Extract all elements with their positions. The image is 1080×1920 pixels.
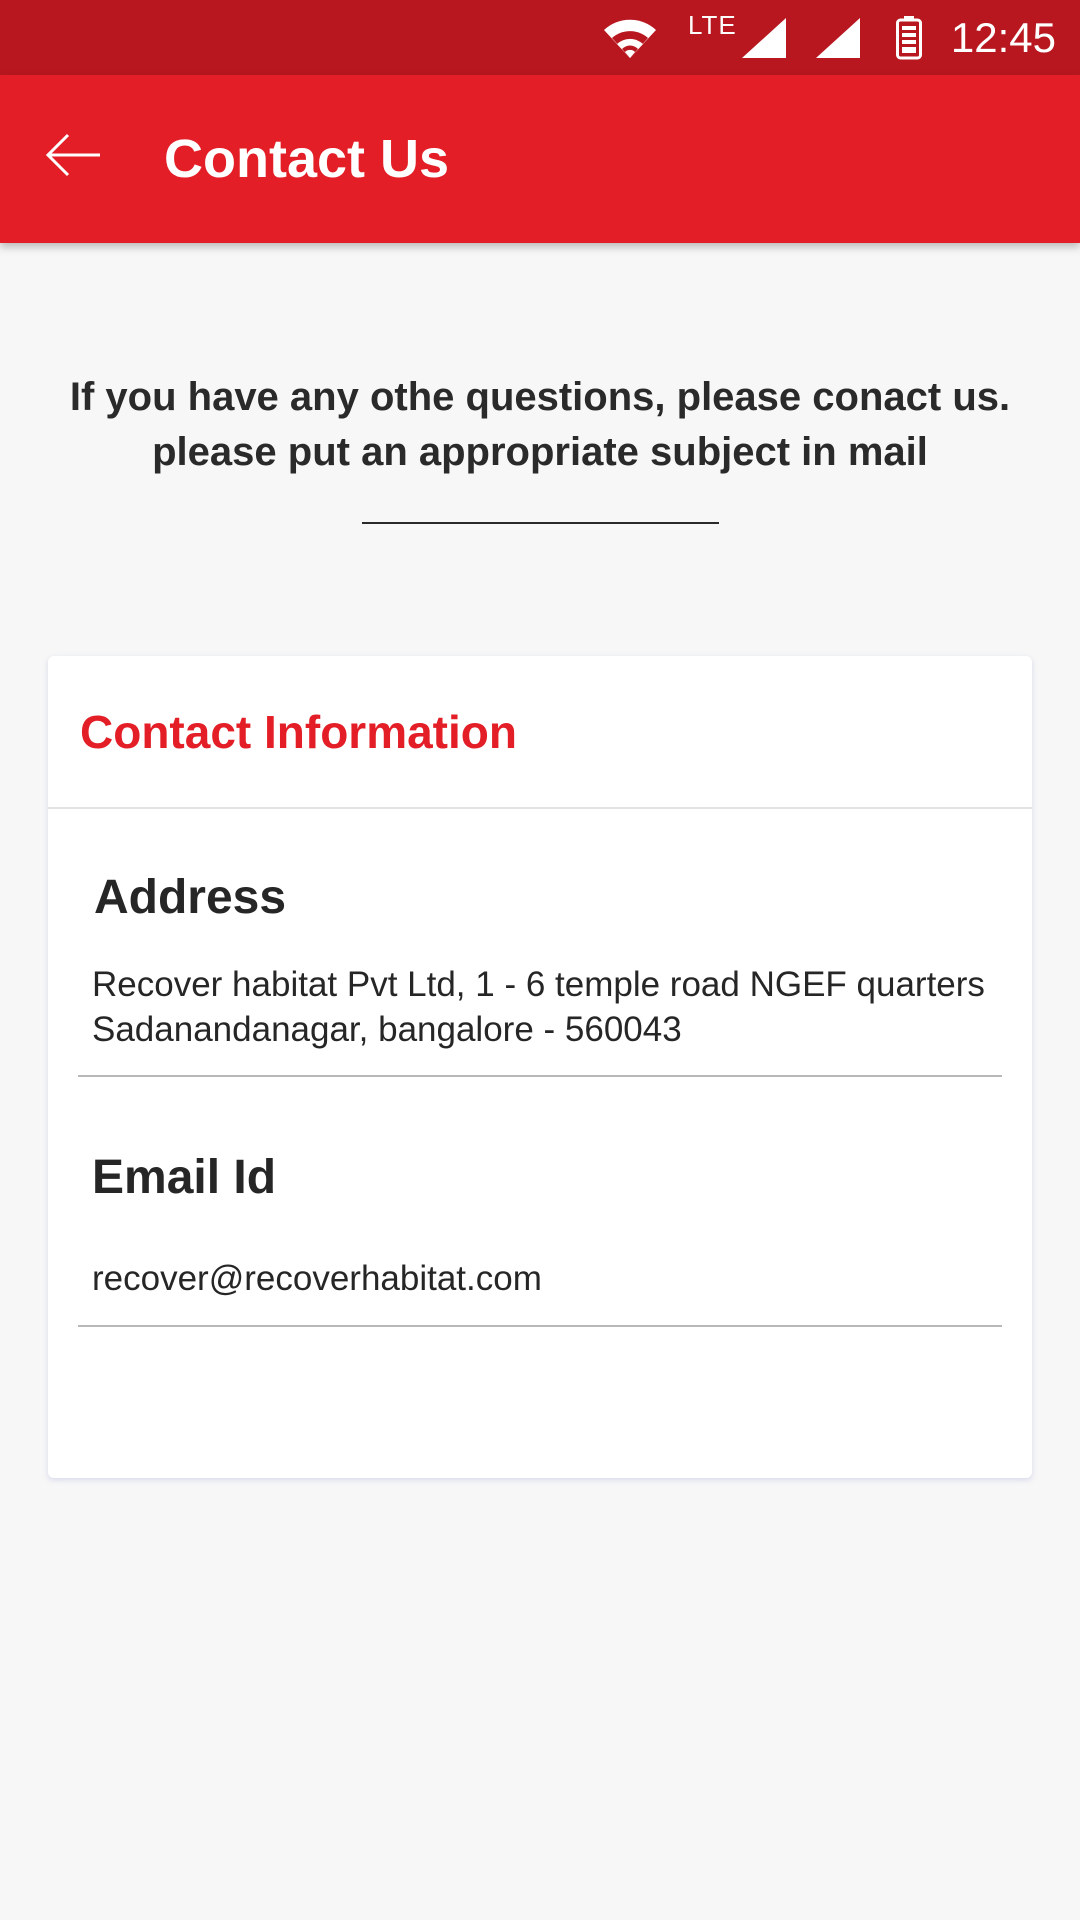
address-divider: [78, 1075, 1002, 1077]
status-bar: LTE 12:45: [0, 0, 1080, 75]
arrow-left-icon: [46, 133, 100, 177]
card-header-divider: [48, 807, 1032, 809]
address-line-1: Recover habitat Pvt Ltd, 1 - 6 temple ro…: [92, 965, 985, 1004]
intro-message: If you have any othe questions, please c…: [0, 370, 1080, 480]
address-label: Address: [94, 871, 287, 924]
contact-information-card: Contact Information Address Recover habi…: [48, 656, 1032, 1478]
network-type-label: LTE: [688, 10, 737, 40]
signal-icon: [742, 0, 786, 75]
signal-icon: [816, 0, 860, 75]
email-divider: [78, 1325, 1002, 1327]
back-button[interactable]: [44, 125, 104, 185]
email-value[interactable]: recover@recoverhabitat.com: [92, 1256, 542, 1301]
address-line-2: Sadanandanagar, bangalore - 560043: [92, 1010, 682, 1049]
wifi-icon: [600, 0, 660, 75]
intro-line-2: please put an appropriate subject in mai…: [152, 430, 928, 474]
email-label: Email Id: [92, 1151, 277, 1204]
page-title: Contact Us: [164, 129, 450, 189]
intro-line-1: If you have any othe questions, please c…: [69, 375, 1011, 419]
app-bar: Contact Us: [0, 75, 1080, 243]
address-value: Recover habitat Pvt Ltd, 1 - 6 temple ro…: [92, 962, 1012, 1052]
battery-icon: [896, 0, 922, 75]
status-clock: 12:45: [950, 13, 1056, 61]
card-header: Contact Information: [80, 706, 517, 758]
intro-divider: [362, 522, 719, 524]
